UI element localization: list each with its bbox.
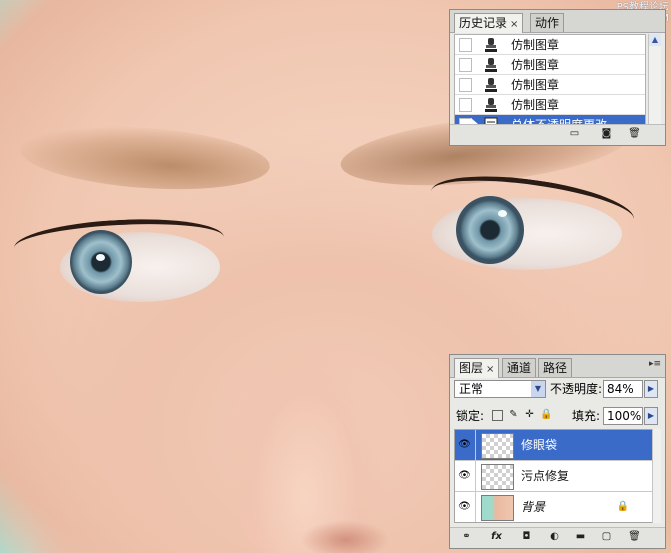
layer-name: 污点修复 (521, 469, 570, 483)
history-item-label: 仿制图章 (511, 98, 560, 112)
history-source-checkbox[interactable] (459, 38, 472, 52)
layer-row[interactable]: 👁 背景 🔒 (455, 492, 655, 522)
eye-icon[interactable]: 👁 (458, 438, 471, 451)
history-item-label: 仿制图章 (511, 78, 560, 92)
lock-label: 锁定: (456, 409, 485, 423)
opacity-value: 84% (607, 382, 634, 396)
group-icon[interactable]: ▬ (574, 531, 587, 543)
new-layer-icon[interactable]: ▢ (600, 531, 613, 543)
fill-value: 100% (607, 409, 642, 423)
clone-stamp-icon (485, 78, 497, 92)
tab-actions[interactable]: 动作 (530, 13, 565, 32)
blend-mode-value: 正常 (459, 382, 484, 396)
history-item-label: 仿制图章 (511, 38, 560, 52)
lock-transparent-pixels-icon[interactable] (492, 410, 503, 421)
tab-actions-label: 动作 (535, 16, 560, 30)
close-icon[interactable]: × (486, 364, 494, 375)
layers-panel: 图层 × 通道 路径 ▸≡ 正常 ▼ 不透明度: 84% ▶ 锁定: ✎ ✛ 🔒 … (449, 354, 666, 549)
tab-layers[interactable]: 图层 × (454, 358, 500, 378)
tab-channels[interactable]: 通道 (502, 358, 537, 377)
clone-stamp-icon (485, 38, 497, 52)
chevron-down-icon: ▼ (531, 381, 545, 397)
tab-history[interactable]: 历史记录 × (454, 13, 524, 33)
delete-icon[interactable]: 🗑 (628, 128, 641, 140)
divider (475, 492, 476, 522)
delete-icon[interactable]: 🗑 (628, 531, 641, 543)
tab-paths-label: 路径 (543, 361, 568, 375)
history-item-label: 仿制图章 (511, 58, 560, 72)
layer-thumbnail (481, 495, 514, 521)
fill-input[interactable]: 100% (603, 407, 643, 425)
link-icon[interactable]: ⚭ (460, 531, 473, 543)
divider (475, 430, 476, 460)
eye-icon[interactable]: 👁 (458, 500, 471, 513)
mask-icon[interactable]: ◘ (520, 531, 533, 543)
left-eyebrow (18, 119, 272, 197)
fill-slider-button[interactable]: ▶ (644, 407, 658, 425)
layers-tabbar: 图层 × 通道 路径 ▸≡ (450, 355, 665, 378)
history-panel: 历史记录 × 动作 仿制图章 仿制图章 仿制图章 仿制图章 ▲ ▭ ◙ 🗑 (449, 9, 666, 146)
history-source-checkbox[interactable] (459, 58, 472, 72)
scroll-up-icon[interactable]: ▲ (649, 34, 661, 46)
layer-thumbnail (481, 433, 514, 459)
lock-icon: 🔒 (616, 501, 629, 512)
clone-stamp-icon (485, 98, 497, 112)
divider (475, 461, 476, 491)
clone-stamp-icon (485, 58, 497, 72)
fx-icon[interactable]: fx (490, 531, 503, 543)
new-document-from-state-icon[interactable]: ▭ (568, 128, 581, 140)
layer-name: 背景 (521, 500, 546, 514)
layers-list: 👁 修眼袋 👁 污点修复 👁 背景 🔒 (454, 429, 656, 523)
history-scrollbar[interactable]: ▲ ▼ (648, 34, 661, 136)
opacity-slider-button[interactable]: ▶ (644, 380, 658, 398)
tab-paths[interactable]: 路径 (538, 358, 573, 377)
nostril (300, 520, 390, 553)
opacity-input[interactable]: 84% (603, 380, 643, 398)
eye-icon[interactable]: 👁 (458, 469, 471, 482)
layer-row[interactable]: 👁 污点修复 (455, 461, 655, 492)
lock-position-icon[interactable]: ✛ (524, 409, 535, 420)
tab-channels-label: 通道 (507, 361, 532, 375)
history-source-checkbox[interactable] (459, 78, 472, 92)
layer-thumbnail (481, 464, 514, 490)
lock-image-pixels-icon[interactable]: ✎ (508, 409, 519, 420)
history-source-checkbox[interactable] (459, 98, 472, 112)
fill-label: 填充: (572, 409, 601, 423)
layer-row-selected[interactable]: 👁 修眼袋 (455, 430, 655, 461)
panel-menu-icon[interactable]: ▸≡ (649, 359, 661, 369)
layer-name: 修眼袋 (521, 438, 558, 452)
opacity-label: 不透明度: (550, 382, 603, 396)
history-footer: ▭ ◙ 🗑 (450, 124, 665, 145)
history-list: 仿制图章 仿制图章 仿制图章 仿制图章 总体不透明度更改 (454, 34, 646, 136)
history-item[interactable]: 仿制图章 (455, 95, 645, 115)
tab-history-label: 历史记录 (459, 16, 508, 30)
layers-scrollbar[interactable] (652, 429, 661, 523)
close-icon[interactable]: × (510, 19, 518, 30)
history-item[interactable]: 仿制图章 (455, 55, 645, 75)
layers-footer: ⚭ fx ◘ ◐ ▬ ▢ 🗑 (450, 527, 665, 548)
adjustment-icon[interactable]: ◐ (548, 531, 561, 543)
snapshot-icon[interactable]: ◙ (600, 128, 613, 140)
tab-layers-label: 图层 (459, 361, 484, 375)
nose (220, 330, 390, 553)
blend-mode-select[interactable]: 正常 ▼ (454, 380, 546, 398)
history-item[interactable]: 仿制图章 (455, 35, 645, 55)
lock-all-icon[interactable]: 🔒 (540, 409, 552, 420)
history-tabbar: 历史记录 × 动作 (450, 10, 665, 33)
history-item[interactable]: 仿制图章 (455, 75, 645, 95)
